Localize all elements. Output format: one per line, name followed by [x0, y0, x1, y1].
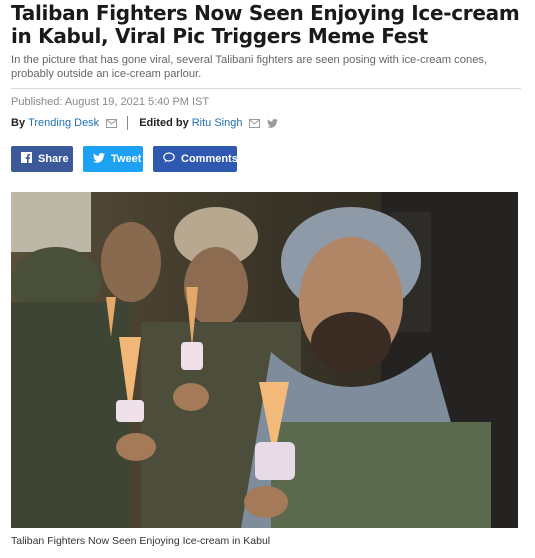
edited-label: Edited by	[139, 117, 189, 129]
photo-caption: Taliban Fighters Now Seen Enjoying Ice-c…	[11, 535, 271, 547]
byline: By Trending Desk Edited by Ritu Singh	[11, 116, 523, 130]
facebook-icon	[21, 152, 32, 166]
author-link[interactable]: Trending Desk	[28, 117, 99, 129]
facebook-share-button[interactable]: Share	[11, 146, 73, 172]
mail-icon[interactable]	[106, 118, 118, 128]
editor-link[interactable]: Ritu Singh	[192, 117, 243, 129]
comment-icon	[163, 152, 175, 166]
divider	[11, 88, 521, 89]
comments-button[interactable]: Comments	[153, 146, 238, 172]
twitter-icon	[93, 152, 105, 166]
twitter-share-label: Tweet	[111, 153, 142, 165]
twitter-share-button[interactable]: Tweet	[83, 146, 143, 172]
facebook-share-label: Share	[38, 153, 69, 165]
share-bar: Share Tweet Comments	[11, 146, 523, 172]
article-header: Taliban Fighters Now Seen Enjoying Ice-c…	[11, 0, 523, 172]
twitter-icon[interactable]	[267, 118, 279, 128]
mail-icon[interactable]	[249, 118, 261, 128]
headline: Taliban Fighters Now Seen Enjoying Ice-c…	[11, 1, 520, 48]
byline-separator	[127, 116, 129, 130]
article-photo	[11, 192, 518, 528]
comments-label: Comments	[181, 153, 238, 165]
published-date: Published: August 19, 2021 5:40 PM IST	[11, 96, 210, 108]
article-summary: In the picture that has gone viral, seve…	[11, 54, 488, 80]
by-label: By	[11, 117, 26, 129]
